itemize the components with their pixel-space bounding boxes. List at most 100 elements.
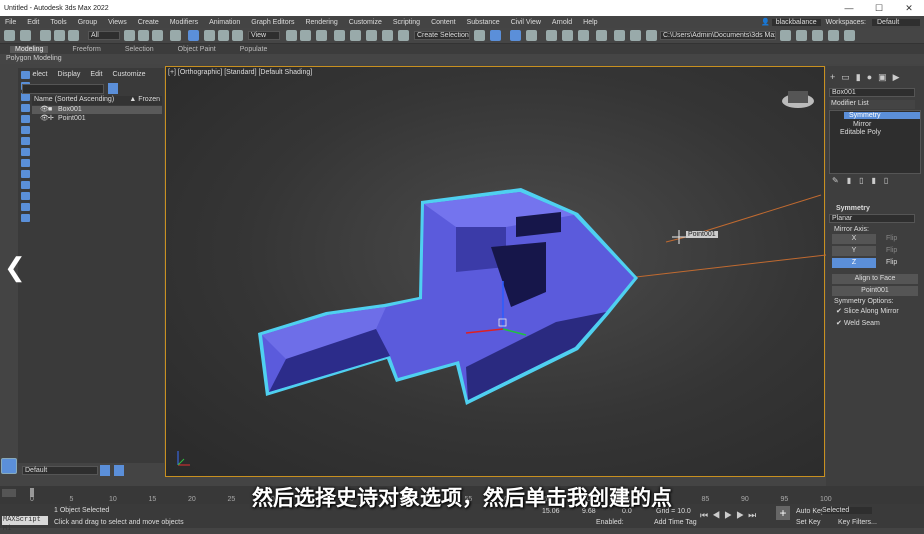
pivot-icon[interactable] <box>286 30 297 41</box>
viewport-layout-tab[interactable] <box>1 458 17 474</box>
viewport-perspective[interactable]: Point001 <box>165 66 826 477</box>
menu-item[interactable]: Content <box>426 19 462 26</box>
display-all-icon[interactable] <box>20 214 30 222</box>
mirror-icon[interactable] <box>398 30 409 41</box>
project-folder[interactable]: C:\Users\Admin\Documents\3ds Max 2022 <box>660 31 776 40</box>
menu-item[interactable]: Substance <box>462 19 506 26</box>
render-icon[interactable] <box>614 30 625 41</box>
column-name[interactable]: Name (Sorted Ascending) <box>34 96 114 105</box>
workspace-select[interactable]: Default <box>872 18 920 26</box>
toggle-ribbon-icon[interactable] <box>510 30 521 41</box>
scale-icon[interactable] <box>218 30 229 41</box>
scene-menu-item[interactable]: Edit <box>90 71 102 78</box>
menu-item[interactable]: Scripting <box>388 19 426 26</box>
maxscript-listener[interactable]: MAXScript Mi <box>2 516 48 533</box>
display-groups-icon[interactable] <box>20 148 30 156</box>
modifier-list-dropdown[interactable]: Modifier List <box>829 100 915 109</box>
hierarchy-icon[interactable] <box>812 30 823 41</box>
unlink-icon[interactable] <box>54 30 65 41</box>
a360-icon[interactable] <box>646 30 657 41</box>
select-object-icon[interactable] <box>124 30 135 41</box>
flip-z-checkbox[interactable]: Flip <box>886 259 897 266</box>
selection-filter[interactable]: All <box>88 31 120 40</box>
stack-item-editable-poly[interactable]: Editable Poly <box>840 129 881 136</box>
named-selection-sets[interactable]: Create Selection Se <box>414 31 470 40</box>
add-time-tag[interactable]: Add Time Tag <box>654 519 697 526</box>
key-filters-button[interactable]: Key Filters... <box>838 519 877 526</box>
viewport-label[interactable]: [+] [Orthographic] [Standard] [Default S… <box>168 69 312 76</box>
display-bones-icon[interactable] <box>20 170 30 178</box>
rollout-title[interactable]: Symmetry <box>836 205 870 212</box>
menu-item[interactable]: Create <box>133 19 165 26</box>
stack-item-mirror[interactable]: Mirror <box>853 121 871 128</box>
display-lights-icon[interactable] <box>20 104 30 112</box>
menu-item[interactable]: File <box>0 19 22 26</box>
maximize-icon[interactable]: ☐ <box>864 0 894 16</box>
menu-item[interactable]: Rendering <box>300 19 343 26</box>
rect-selection-icon[interactable] <box>152 30 163 41</box>
filter-icon[interactable] <box>108 83 118 94</box>
menu-item[interactable]: Tools <box>45 19 72 26</box>
user-icon[interactable]: 👤 <box>759 18 772 26</box>
link-icon[interactable] <box>40 30 51 41</box>
undo-icon[interactable] <box>4 30 15 41</box>
scene-row-point001[interactable]: 👁 ✛ Point001 <box>32 115 162 123</box>
display-xrefs-icon[interactable] <box>20 159 30 167</box>
settings-icon[interactable] <box>844 30 855 41</box>
set-key-button[interactable]: Set Key <box>796 519 821 526</box>
stack-item-symmetry[interactable]: Symmetry <box>844 112 920 119</box>
weld-seam-checkbox[interactable]: ✔ Weld Seam <box>836 319 880 327</box>
menu-item[interactable]: Views <box>103 19 133 26</box>
mirror-toggle-icon[interactable] <box>300 30 311 41</box>
rendered-frame-icon[interactable] <box>596 30 607 41</box>
menu-item[interactable]: Group <box>73 19 103 26</box>
column-frozen[interactable]: ▲ Frozen <box>129 96 160 105</box>
menu-item[interactable]: Graph Editors <box>246 19 300 26</box>
save-icon[interactable] <box>796 30 807 41</box>
display-frozen-icon[interactable] <box>20 192 30 200</box>
ribbon-tab[interactable]: Modeling <box>10 45 49 53</box>
percent-snap-icon[interactable] <box>350 30 361 41</box>
snap-icon[interactable] <box>316 30 327 41</box>
menu-item[interactable]: Civil View <box>506 19 547 26</box>
flip-y-checkbox[interactable]: Flip <box>886 247 897 254</box>
ribbon-tab[interactable]: Object Paint <box>178 46 216 53</box>
scene-menu-item[interactable]: Customize <box>112 71 145 78</box>
menu-item[interactable]: Customize <box>344 19 388 26</box>
render-cloud-icon[interactable] <box>630 30 641 41</box>
ribbon-tab[interactable]: Populate <box>240 46 268 53</box>
layer-select[interactable]: Default <box>22 466 98 475</box>
pick-object-button[interactable]: Point001 <box>832 286 918 296</box>
material-editor-icon[interactable] <box>562 30 573 41</box>
flip-x-checkbox[interactable]: Flip <box>886 235 897 242</box>
schematic-icon[interactable] <box>546 30 557 41</box>
prev-arrow-icon[interactable]: ❮ <box>4 252 26 283</box>
render-setup-icon[interactable] <box>578 30 589 41</box>
close-icon[interactable]: ✕ <box>894 0 924 16</box>
menu-item[interactable]: Edit <box>22 19 45 26</box>
window-crossing-icon[interactable] <box>170 30 181 41</box>
select-by-name-icon[interactable] <box>138 30 149 41</box>
display-spacewarps-icon[interactable] <box>20 137 30 145</box>
scene-menu-item[interactable]: Display <box>57 71 80 78</box>
axis-y-button[interactable]: Y <box>832 246 876 256</box>
angle-snap-icon[interactable] <box>334 30 345 41</box>
reference-coordinate-system[interactable]: View <box>248 31 280 40</box>
align-icon[interactable] <box>474 30 485 41</box>
stack-tools[interactable]: ✎▮▯▮▯ <box>832 176 896 185</box>
ribbon-tab[interactable]: Selection <box>125 46 154 53</box>
menu-item[interactable]: Help <box>578 19 603 26</box>
axis-x-button[interactable]: X <box>832 234 876 244</box>
menu-item[interactable]: Animation <box>204 19 246 26</box>
redo-icon[interactable] <box>20 30 31 41</box>
curve-editor-icon[interactable] <box>526 30 537 41</box>
display-shapes-icon[interactable] <box>20 93 30 101</box>
display-cameras-icon[interactable] <box>20 115 30 123</box>
menu-item[interactable]: Arnold <box>547 19 578 26</box>
layer-explorer-icon[interactable] <box>100 465 110 476</box>
explore-icon[interactable] <box>828 30 839 41</box>
display-helpers-icon[interactable] <box>20 126 30 134</box>
ribbon-tab[interactable]: Freeform <box>72 46 100 53</box>
align-to-face-button[interactable]: Align to Face <box>832 274 918 284</box>
bind-spacewarp-icon[interactable] <box>68 30 79 41</box>
